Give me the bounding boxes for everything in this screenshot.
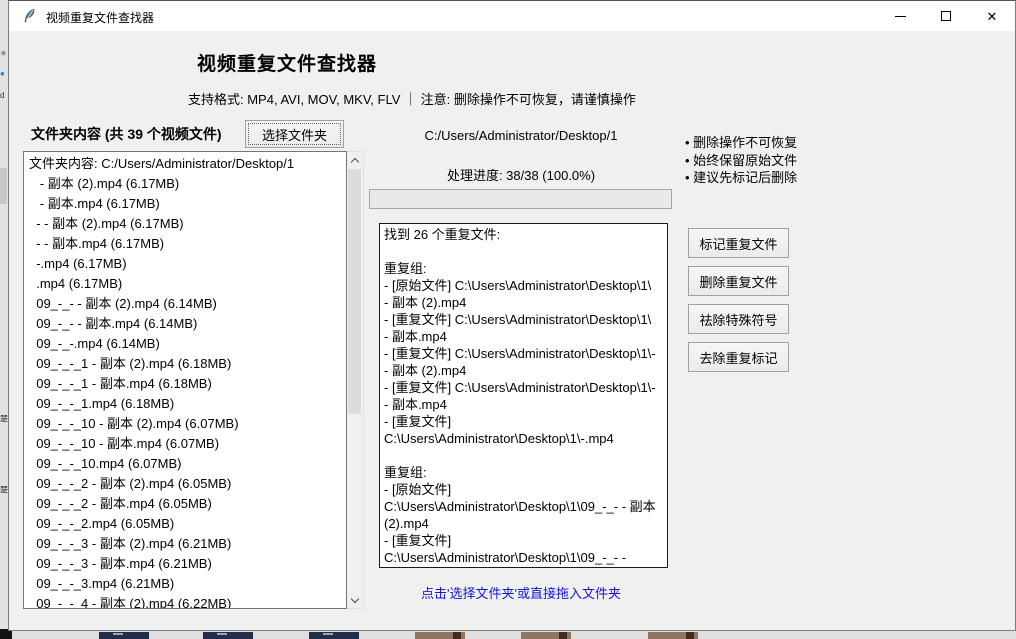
result-line: [384, 243, 663, 260]
file-list-item[interactable]: - 副本.mp4 (6.17MB): [24, 194, 346, 214]
select-folder-button[interactable]: 选择文件夹: [245, 120, 344, 148]
file-list-item[interactable]: - 副本 (2).mp4 (6.17MB): [24, 174, 346, 194]
file-list-item[interactable]: 09_-_-_3.mp4 (6.21MB): [24, 574, 346, 594]
result-line: - [重复文件] C:\Users\Administrator\Desktop\…: [384, 311, 663, 328]
drop-hint-link: 点击'选择文件夹'或直接拖入文件夹: [371, 583, 671, 602]
file-list-item[interactable]: 09_-_-_10 - 副本.mp4 (6.07MB): [24, 434, 346, 454]
warning-notes: • 删除操作不可恢复• 始终保留原始文件• 建议先标记后删除: [685, 134, 797, 187]
result-line: - [重复文件]: [384, 413, 663, 430]
minimize-icon: [895, 16, 906, 17]
warning-note: • 始终保留原始文件: [685, 152, 797, 170]
warning-note: • 删除操作不可恢复: [685, 134, 797, 152]
file-list-item[interactable]: 09_-_- - 副本 (2).mp4 (6.14MB): [24, 294, 346, 314]
file-list-item[interactable]: 09_-_- - 副本.mp4 (6.14MB): [24, 314, 346, 334]
warning-note: • 建议先标记后删除: [685, 169, 797, 187]
result-line: - [重复文件]: [384, 532, 663, 549]
result-line: C:\Users\Administrator\Desktop\1\-.mp4: [384, 430, 663, 447]
selected-folder-path: C:/Users/Administrator/Desktop/1: [371, 128, 671, 143]
file-list-item[interactable]: 文件夹内容: C:/Users/Administrator/Desktop/1: [24, 154, 346, 174]
file-list-item[interactable]: -.mp4 (6.17MB): [24, 254, 346, 274]
thumbnail-detail: [217, 633, 227, 635]
progress-text: 处理进度: 38/38 (100.0%): [371, 165, 671, 184]
title-bar[interactable]: 视频重复文件查找器 ✕: [9, 1, 1015, 31]
thumbnail-detail: [323, 633, 333, 635]
file-list-item[interactable]: - - 副本 (2).mp4 (6.17MB): [24, 214, 346, 234]
file-list-item[interactable]: 09_-_-_3 - 副本 (2).mp4 (6.21MB): [24, 534, 346, 554]
file-list-item[interactable]: 09_-_-_1.mp4 (6.18MB): [24, 394, 346, 414]
result-line: (2).mp4: [384, 515, 663, 532]
result-line: 找到 26 个重复文件:: [384, 226, 663, 243]
app-window: 视频重复文件查找器 ✕ 视频重复文件查找器 支持格式: MP4, AVI, MO…: [8, 0, 1016, 631]
remove-special-chars-button[interactable]: 祛除特殊符号: [688, 304, 789, 334]
file-list-item[interactable]: 09_-_-_10.mp4 (6.07MB): [24, 454, 346, 474]
window-controls: ✕: [877, 1, 1015, 31]
format-warning-subtitle: 支持格式: MP4, AVI, MOV, MKV, FLV ｜ 注意: 删除操作…: [188, 89, 636, 108]
file-list-item[interactable]: 09_-_-_10 - 副本 (2).mp4 (6.07MB): [24, 414, 346, 434]
chevron-down-icon: [350, 594, 358, 602]
remove-duplicate-marks-button[interactable]: 去除重复标记: [688, 342, 789, 372]
result-line: - [重复文件] C:\Users\Administrator\Desktop\…: [384, 379, 663, 396]
duplicate-results-box[interactable]: 找到 26 个重复文件: 重复组:- [原始文件] C:\Users\Admin…: [379, 223, 668, 568]
file-list-item[interactable]: 09_-_-_1 - 副本.mp4 (6.18MB): [24, 374, 346, 394]
result-line: C:\Users\Administrator\Desktop\1\09_-_- …: [384, 498, 663, 515]
page-title: 视频重复文件查找器: [197, 49, 377, 76]
desktop-video-thumbnail[interactable]: [309, 632, 359, 639]
close-button[interactable]: ✕: [969, 1, 1015, 31]
file-list-scrollbar[interactable]: [347, 151, 364, 609]
desktop-video-thumbnail[interactable]: [648, 632, 698, 639]
result-line: - 副本.mp4: [384, 396, 663, 413]
thumbnail-detail: [686, 632, 694, 639]
desktop-edge-block: [0, 168, 7, 204]
delete-duplicates-button[interactable]: 删除重复文件: [688, 266, 789, 296]
result-line: 重复组:: [384, 464, 663, 481]
mark-duplicates-button[interactable]: 标记重复文件: [688, 228, 789, 258]
python-feather-icon[interactable]: [22, 8, 38, 24]
scroll-down-button[interactable]: [347, 592, 362, 608]
desktop-video-thumbnail[interactable]: [203, 632, 253, 639]
desktop-bottom-strip: [0, 631, 1016, 639]
desktop-video-thumbnail[interactable]: [415, 632, 465, 639]
close-icon: ✕: [987, 10, 998, 23]
file-listbox[interactable]: 文件夹内容: C:/Users/Administrator/Desktop/1 …: [23, 151, 347, 609]
scroll-up-button[interactable]: [347, 152, 362, 168]
thumbnail-detail: [559, 632, 567, 639]
result-line: 重复组:: [384, 260, 663, 277]
progress-bar: [369, 189, 672, 209]
result-line: [384, 447, 663, 464]
file-list-item[interactable]: 09_-_-_1 - 副本 (2).mp4 (6.18MB): [24, 354, 346, 374]
window-title: 视频重复文件查找器: [46, 9, 154, 26]
file-list-item[interactable]: - - 副本.mp4 (6.17MB): [24, 234, 346, 254]
thumbnail-detail: [113, 633, 123, 635]
result-line: - [重复文件] C:\Users\Administrator\Desktop\…: [384, 345, 663, 362]
thumbnail-detail: [453, 632, 461, 639]
result-line: - [原始文件] C:\Users\Administrator\Desktop\…: [384, 277, 663, 294]
file-list-item[interactable]: 09_-_-_4 - 副本 (2).mp4 (6.22MB): [24, 594, 346, 609]
desktop-video-thumbnail[interactable]: [99, 632, 149, 639]
file-list-item[interactable]: 09_-_-_2 - 副本.mp4 (6.05MB): [24, 494, 346, 514]
result-line: - [原始文件]: [384, 481, 663, 498]
file-list-item[interactable]: 09_-_-_2.mp4 (6.05MB): [24, 514, 346, 534]
file-list-item[interactable]: 09_-_-_3 - 副本.mp4 (6.21MB): [24, 554, 346, 574]
file-list-item[interactable]: 09_-_-_2 - 副本 (2).mp4 (6.05MB): [24, 474, 346, 494]
maximize-icon: [941, 11, 951, 21]
file-list-item[interactable]: 09_-_-.mp4 (6.14MB): [24, 334, 346, 354]
minimize-button[interactable]: [877, 1, 923, 31]
result-line: - 副本.mp4: [384, 328, 663, 345]
screen: ✳●d楚楚 视频重复文件查找器 ✕ 视频重复文件查找器 支持格式: MP4, A…: [0, 0, 1016, 639]
chevron-up-icon: [350, 157, 358, 165]
maximize-button[interactable]: [923, 1, 969, 31]
folder-content-label: 文件夹内容 (共 39 个视频文件): [31, 124, 222, 144]
result-line: - 副本 (2).mp4: [384, 294, 663, 311]
result-line: - 副本 (2).mp4: [384, 362, 663, 379]
scrollbar-thumb[interactable]: [348, 169, 361, 414]
desktop-video-thumbnail[interactable]: [521, 632, 571, 639]
result-line: C:\Users\Administrator\Desktop\1\09_-_- …: [384, 549, 663, 566]
file-list-item[interactable]: .mp4 (6.17MB): [24, 274, 346, 294]
